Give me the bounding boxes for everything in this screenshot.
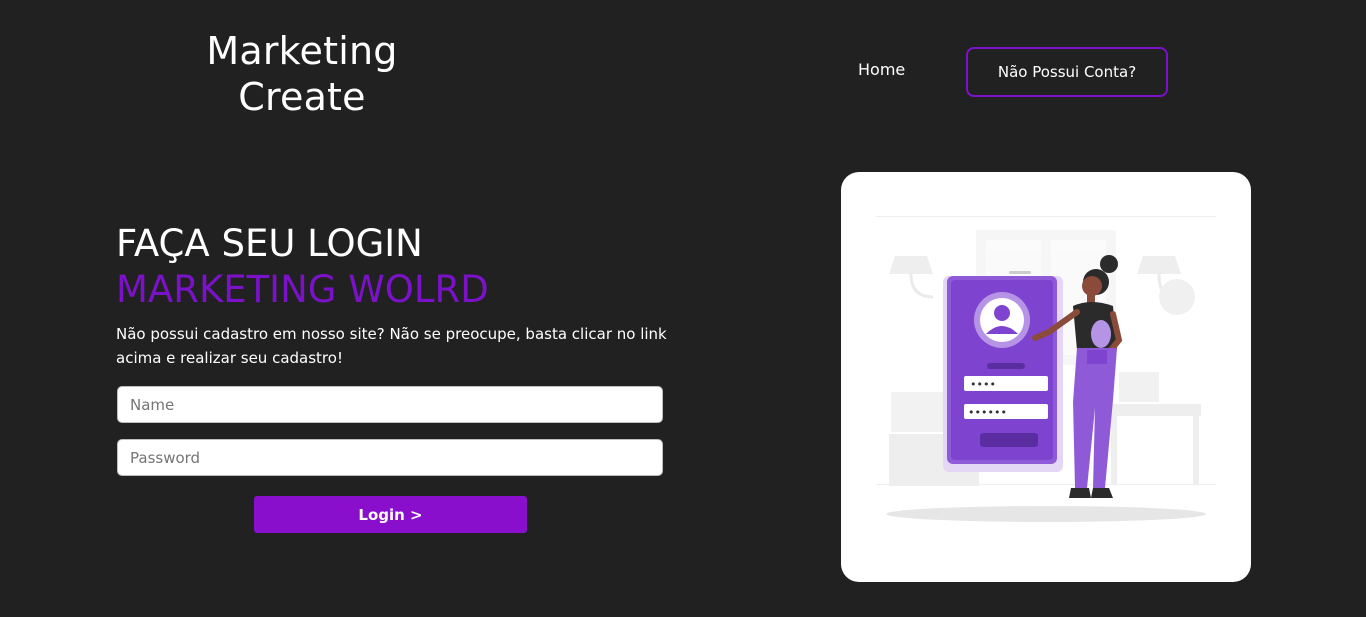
page-subtitle-accent: MARKETING WOLRD [116, 268, 489, 311]
login-button[interactable]: Login > [254, 496, 527, 533]
password-dots-1: •••• [970, 378, 996, 391]
password-input[interactable] [117, 439, 663, 476]
page-description: Não possui cadastro em nosso site? Não s… [116, 325, 667, 367]
nav-home-link[interactable]: Home [858, 60, 905, 79]
phone-mockup: •••• •••••• [943, 271, 1063, 472]
brand-line-2: Create [238, 75, 366, 119]
password-dots-2: •••••• [968, 406, 1007, 419]
illustration-card: •••• •••••• [841, 172, 1251, 582]
name-input[interactable] [117, 386, 663, 423]
login-illustration-icon: •••• •••••• [876, 216, 1216, 522]
signup-button[interactable]: Não Possui Conta? [966, 47, 1168, 97]
brand-line-1: Marketing [206, 29, 398, 73]
brand-logo: Marketing Create [152, 28, 452, 120]
page-title: FAÇA SEU LOGIN [116, 222, 423, 265]
